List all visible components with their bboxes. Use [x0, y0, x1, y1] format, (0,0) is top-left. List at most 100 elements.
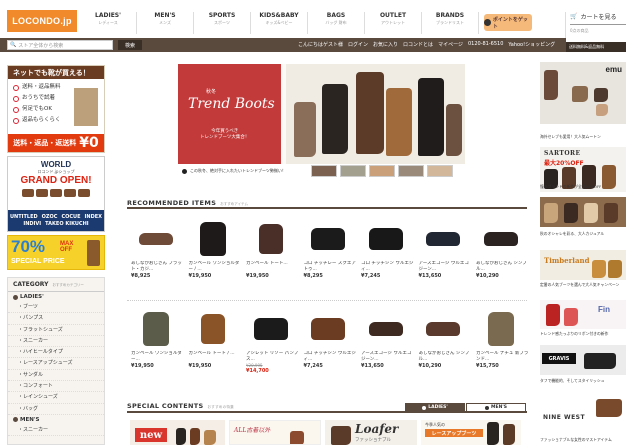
product-card[interactable]: コロ チッチシン ウルエジィ... ¥7,245	[357, 218, 414, 280]
product-card[interactable]: あしながおじさん フラット・カジ... ¥8,925	[127, 218, 184, 280]
product-name[interactable]: カンペール ナチュ 新ブランド...	[472, 351, 529, 363]
product-image[interactable]	[185, 218, 242, 260]
category-item[interactable]: ・サンダル	[8, 370, 104, 382]
product-name[interactable]: コロ チッチレー スクエアトゥ...	[300, 261, 357, 273]
gravis-caption[interactable]: タフで機能的、そしてスタイリッシュ	[540, 378, 626, 386]
category-item[interactable]: ・スニーカー	[8, 425, 104, 437]
product-image[interactable]	[242, 218, 299, 260]
product-name[interactable]: コロ チッチシン ウルエジィ...	[300, 351, 357, 363]
category-item[interactable]: ・ブーツ	[8, 302, 104, 314]
tab-ladies[interactable]: LADIES'	[405, 403, 465, 412]
product-name[interactable]: コロ チッチシン ウルエジィ...	[357, 261, 414, 273]
casual-banner[interactable]	[540, 197, 626, 227]
product-card[interactable]: アースエコージ ウルエコジーン... ¥13,650	[357, 308, 414, 370]
category-mens[interactable]: MEN'S	[8, 415, 104, 425]
timberland-banner[interactable]: Timberland	[540, 250, 626, 280]
product-image[interactable]	[357, 218, 414, 260]
search-input[interactable]: 🔍 ストア全体から検索	[7, 40, 113, 50]
cart[interactable]: 🛒 カートを見る 0点の商品	[565, 12, 626, 42]
product-name[interactable]: アースエコージ ウルエコジーン...	[415, 261, 472, 273]
product-card[interactable]: カンペール ワンショルダー / ... ¥19,950	[185, 218, 242, 280]
special-banner-laceup[interactable]: 今季人気の レースアップブーツ	[421, 420, 521, 445]
util-link[interactable]: ログイン	[348, 41, 368, 48]
timberland-caption[interactable]: 定番の人気ブーツを選んで大人気キャンペーン	[540, 282, 626, 290]
carousel-thumb[interactable]	[427, 165, 453, 177]
product-name[interactable]: あしながおじさん シンプル...	[472, 261, 529, 273]
ninewest-caption[interactable]: ファッショナブルな女性のマストアイテム	[540, 437, 626, 445]
product-card[interactable]: コロ チッチシン ウルエジィ... ¥7,245	[300, 308, 357, 370]
nav-item-sports[interactable]: SPORTS スポーツ	[194, 12, 251, 34]
product-image[interactable]	[185, 308, 242, 350]
product-card[interactable]: カンペール ワンショルダー... ¥19,950	[127, 308, 184, 370]
product-card[interactable]: カンペール トート / ... ¥19,950	[185, 308, 242, 370]
product-image[interactable]	[472, 218, 529, 260]
product-card[interactable]: アシレット リゾー パンプス... ¥20,995 ¥14,700	[242, 308, 299, 375]
product-card[interactable]: カンペール ナチュ 新ブランド... ¥15,750	[472, 308, 529, 370]
product-name[interactable]: アシレット リゾー パンプス...	[242, 351, 299, 363]
util-link[interactable]: ロコンドとは	[403, 41, 433, 48]
nav-item-bags[interactable]: BAGS バッグ 財布	[308, 12, 365, 34]
product-name[interactable]: カンペール トート...	[242, 261, 299, 273]
product-name[interactable]: あしながおじさん フラット・カジ...	[127, 261, 184, 273]
point-button[interactable]: ポイントをゲット	[484, 14, 532, 31]
free-shipping-promo[interactable]: ネットでも靴が買える！ 送料・返品無料 おうちで試着 何足でもOK 返品もらくらく 送…	[7, 65, 105, 153]
category-item[interactable]: ・フラットシューズ	[8, 325, 104, 336]
special-banner-new[interactable]: new	[130, 420, 225, 445]
product-name[interactable]: カンペール トート / ...	[185, 351, 242, 363]
hero-banner[interactable]: 秋冬 Trend Boots 今年買うべき トレンドブーツ大集合！	[178, 64, 465, 164]
special-banner-loafer[interactable]: Loafer ファッショナブル	[325, 420, 417, 445]
product-card[interactable]: コロ チッチレー スクエアトゥ... ¥8,295	[300, 218, 357, 280]
product-name[interactable]: カンペール ワンショルダー / ...	[185, 261, 242, 273]
nav-item-outlet[interactable]: OUTLET アウトレット	[365, 12, 422, 34]
product-image[interactable]	[242, 308, 299, 350]
category-item[interactable]: ・レースアップシューズ	[8, 358, 104, 370]
carousel-thumb[interactable]	[369, 165, 395, 177]
sartore-caption[interactable]: 憧れブランドの新作が全品20%OFF	[540, 184, 626, 192]
special-price-promo[interactable]: 70% MAX OFF SPECIAL PRICE	[7, 235, 105, 270]
special-banner-sale[interactable]: ALL古着以外	[229, 420, 321, 445]
product-image[interactable]	[472, 308, 529, 350]
emu-banner[interactable]: emu	[540, 62, 626, 124]
ninewest-banner[interactable]: NINE WEST	[540, 395, 626, 435]
site-logo[interactable]: LOCONDO.jp	[7, 10, 77, 32]
product-image[interactable]	[415, 218, 472, 260]
product-name[interactable]: カンペール ワンショルダー...	[127, 351, 184, 363]
category-item[interactable]: ・レインシューズ	[8, 392, 104, 404]
product-name[interactable]: あしながおじさん シンプル...	[415, 351, 472, 363]
product-image[interactable]	[357, 308, 414, 350]
util-link[interactable]: Yahoo!ショッピング	[508, 41, 555, 48]
nav-item-mens[interactable]: MEN'S メンズ	[137, 12, 194, 34]
nav-item-ladies[interactable]: LADIES' レディース	[80, 12, 137, 34]
carousel-dot[interactable]	[182, 168, 187, 174]
nav-item-kidsbaby[interactable]: KIDS&BABY キッズ&ベビー	[251, 12, 308, 34]
product-image[interactable]	[127, 218, 184, 260]
product-image[interactable]	[127, 308, 184, 350]
nav-item-brands[interactable]: BRANDS ブランドリスト	[422, 12, 479, 34]
category-ladies[interactable]: LADIES'	[8, 292, 104, 302]
category-item[interactable]: ・パンプス	[8, 313, 104, 325]
casual-caption[interactable]: 秋のオシャレを彩る、大人カジュアル	[540, 231, 626, 239]
category-item[interactable]: ・スニーカー	[8, 336, 104, 348]
carousel-thumb[interactable]	[340, 165, 366, 177]
search-button[interactable]: 検索	[118, 40, 142, 50]
product-card[interactable]: あしながおじさん シンプル... ¥10,290	[415, 308, 472, 370]
carousel-thumb[interactable]	[398, 165, 424, 177]
emu-caption[interactable]: 海外セレブも愛用！大人気ムートン	[540, 134, 626, 142]
util-link[interactable]: 0120-81-6510	[468, 41, 503, 48]
tab-mens[interactable]: MEN'S	[466, 403, 526, 412]
product-image[interactable]	[300, 218, 357, 260]
product-card[interactable]: カンペール トート... ¥19,950	[242, 218, 299, 280]
product-image[interactable]	[300, 308, 357, 350]
product-card[interactable]: アースエコージ ウルエコジーン... ¥13,650	[415, 218, 472, 280]
fin-banner[interactable]: Fin	[540, 300, 626, 329]
product-name[interactable]: アースエコージ ウルエコジーン...	[357, 351, 414, 363]
category-item[interactable]: ・コンフォート	[8, 381, 104, 393]
category-item[interactable]: ・バッグ	[8, 404, 104, 415]
category-item[interactable]: ・ハイヒールタイプ	[8, 347, 104, 359]
util-link[interactable]: マイページ	[438, 41, 463, 48]
fin-caption[interactable]: トレンド感たっぷりのリボン付きの新作	[540, 331, 626, 339]
world-shop-promo[interactable]: WORLD ロコンド.jpショップ GRAND OPEN! UNTITLED OZ…	[7, 156, 105, 232]
util-link[interactable]: お気に入り	[373, 41, 398, 48]
gravis-banner[interactable]: GRAVIS	[540, 345, 626, 375]
product-image[interactable]	[415, 308, 472, 350]
